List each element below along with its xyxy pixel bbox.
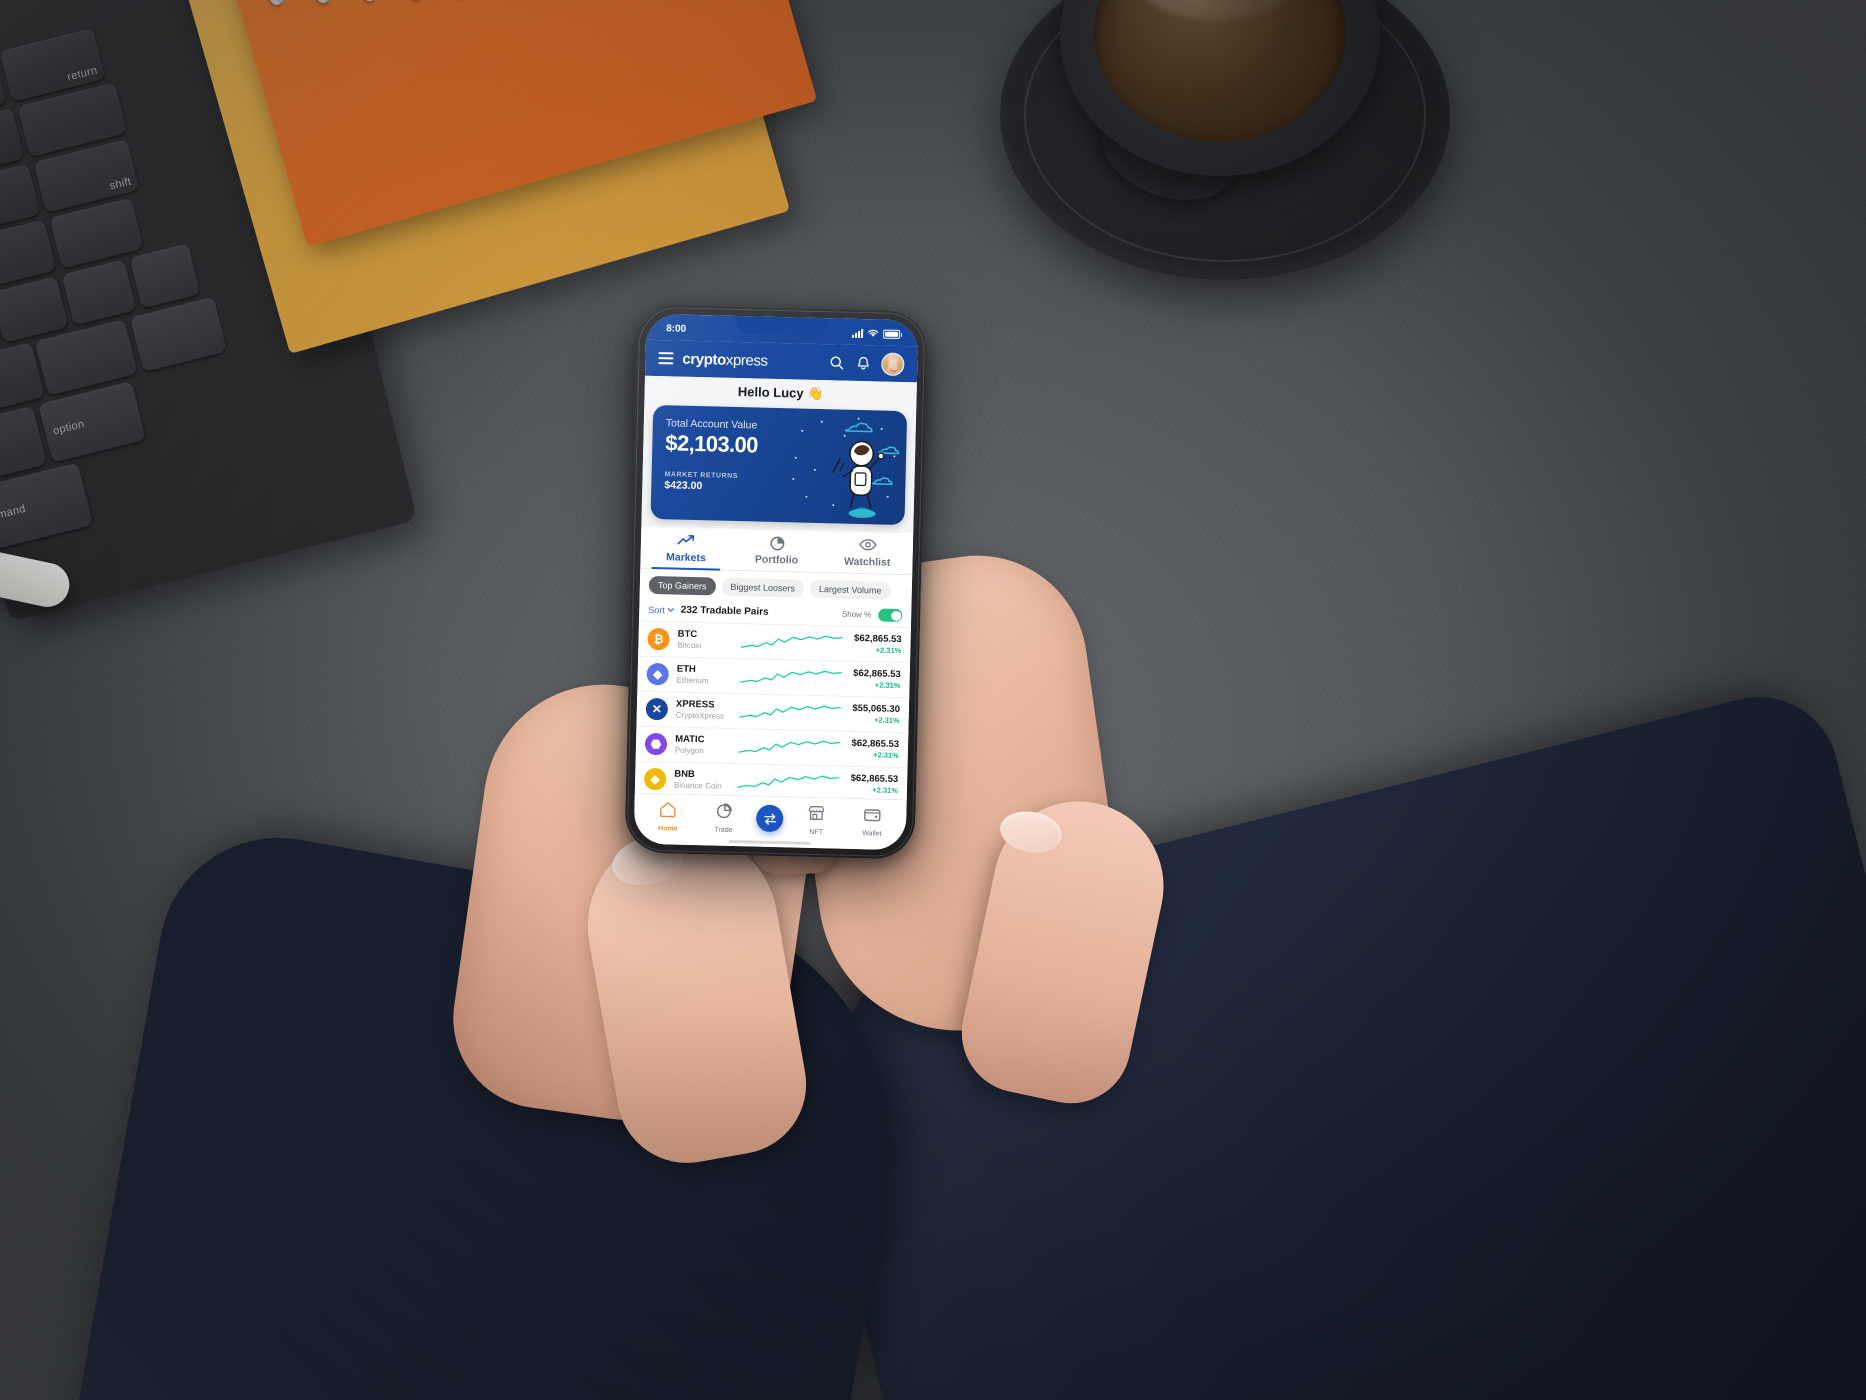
tab-portfolio[interactable]: Portfolio: [731, 529, 823, 572]
user-avatar[interactable]: [881, 352, 905, 376]
nav-wallet[interactable]: Wallet: [849, 805, 896, 841]
desk-photo-scene: delete|return}shift'?optioncommand 8:00: [0, 0, 1866, 1400]
tradable-pairs-count: 232 Tradable Pairs: [680, 604, 769, 618]
pie-chart-icon: [731, 535, 822, 552]
bell-icon[interactable]: [854, 354, 872, 372]
nav-label: Wallet: [862, 830, 882, 838]
nav-label: Trade: [714, 826, 733, 835]
coin-identity: BTC Bitcoin: [677, 628, 731, 651]
storefront-icon: [793, 804, 839, 822]
chip-largest-volume[interactable]: Largest Volume: [809, 579, 891, 600]
photo-vignette: [0, 0, 1866, 1400]
swap-arrows-icon[interactable]: [756, 804, 785, 833]
coin-name: Binance Coin: [673, 780, 722, 791]
eye-icon: [822, 537, 913, 554]
tab-label: Watchlist: [843, 555, 891, 569]
coin-list[interactable]: ₿ BTC Bitcoin $62,865.53 +2.31% ◆ ETH Etherium $…: [634, 621, 911, 800]
coin-change: +2.31%: [873, 715, 900, 725]
coin-change: +2.31%: [872, 785, 899, 795]
phone-screen[interactable]: 8:00 cryptoxpress Hello Lucy 👋 Total Acc…: [633, 313, 919, 851]
coin-icon: ₿: [647, 627, 670, 651]
coin-icon: ◆: [646, 662, 669, 686]
coin-change: +2.31%: [873, 750, 899, 760]
sparkline-chart: [738, 702, 845, 723]
coin-stats: $62,865.53 +2.31%: [854, 633, 902, 655]
sparkline-chart: [736, 772, 843, 793]
coin-icon: ✕: [645, 697, 669, 721]
nav-nft[interactable]: NFT: [793, 804, 840, 840]
tab-watchlist[interactable]: Watchlist: [822, 531, 914, 574]
nav-trade[interactable]: Trade: [700, 801, 747, 837]
sparkline-chart: [737, 737, 844, 758]
sparkline-chart: [739, 632, 846, 653]
status-time: 8:00: [666, 322, 687, 335]
show-percent-label: Show %: [841, 609, 872, 620]
hamburger-menu-icon[interactable]: [658, 352, 674, 365]
trending-up-icon: [641, 533, 732, 550]
chip-biggest-loosers[interactable]: Biggest Loosers: [721, 577, 805, 598]
notch: [736, 315, 829, 336]
wallet-icon: [849, 805, 895, 823]
pie-chart-icon: [701, 801, 747, 819]
coin-stats: $62,865.53 +2.31%: [850, 773, 899, 795]
wifi-icon: [867, 329, 879, 337]
brand-bold: crypto: [682, 350, 727, 369]
coin-identity: ETH Etherium: [676, 663, 730, 686]
coin-price: $62,865.53: [851, 738, 900, 751]
coin-stats: $62,865.53 +2.31%: [851, 738, 899, 760]
coin-icon: ◈: [643, 767, 667, 791]
coin-icon: ⬣: [644, 732, 668, 756]
sparkline-chart: [738, 667, 845, 688]
coin-name: Polygon: [674, 745, 704, 755]
coin-change: +2.31%: [874, 680, 901, 690]
coin-identity: MATIC Polygon: [674, 733, 729, 756]
cellular-bars-icon: [852, 328, 864, 338]
coin-name: CryptoXpress: [675, 710, 725, 721]
tab-label: Portfolio: [754, 553, 799, 567]
coin-stats: $55,065.30 +2.31%: [852, 703, 900, 725]
coin-symbol: MATIC: [675, 733, 705, 746]
nav-home[interactable]: Home: [645, 800, 692, 836]
coin-symbol: ETH: [676, 663, 696, 675]
brand-light: xpress: [725, 351, 768, 370]
tab-label: Markets: [665, 551, 706, 565]
nav-label: Home: [658, 825, 678, 833]
coin-stats: $62,865.53 +2.31%: [853, 668, 901, 690]
battery-icon: [882, 329, 901, 339]
smartphone: 8:00 cryptoxpress Hello Lucy 👋 Total Acc…: [624, 304, 928, 860]
astronaut-illustration: [792, 417, 900, 518]
app-logo: cryptoxpress: [682, 350, 818, 370]
coin-identity: BNB Binance Coin: [673, 768, 728, 791]
coin-price: $62,865.53: [853, 633, 902, 646]
coin-symbol: BTC: [677, 628, 698, 640]
market-tabs: Markets Portfolio Watchlist: [640, 526, 914, 576]
show-percent-toggle[interactable]: [878, 608, 903, 623]
coin-price: $62,865.53: [850, 773, 899, 786]
coin-name: Etherium: [676, 675, 709, 686]
coin-name: Bitcoin: [677, 640, 702, 650]
sort-label: Sort: [648, 604, 665, 615]
chevron-down-icon: [667, 607, 674, 613]
coin-price: $62,865.53: [853, 668, 901, 681]
coin-symbol: XPRESS: [675, 698, 715, 711]
coin-identity: XPRESS CryptoXpress: [675, 698, 730, 721]
sort-button[interactable]: Sort: [648, 604, 674, 615]
coin-price: $55,065.30: [852, 703, 901, 716]
nav-label: NFT: [809, 828, 824, 837]
tab-markets[interactable]: Markets: [640, 527, 732, 570]
home-icon: [645, 800, 691, 818]
chip-top-gainers[interactable]: Top Gainers: [648, 575, 716, 596]
coin-symbol: BNB: [674, 768, 696, 780]
search-icon[interactable]: [827, 353, 845, 371]
home-indicator: [728, 839, 811, 845]
coin-change: +2.31%: [875, 645, 902, 655]
bottom-navigation: Home Trade NFT Wallet: [633, 792, 907, 851]
account-value-card[interactable]: Total Account Value $2,103.00 MARKET RET…: [650, 404, 908, 526]
